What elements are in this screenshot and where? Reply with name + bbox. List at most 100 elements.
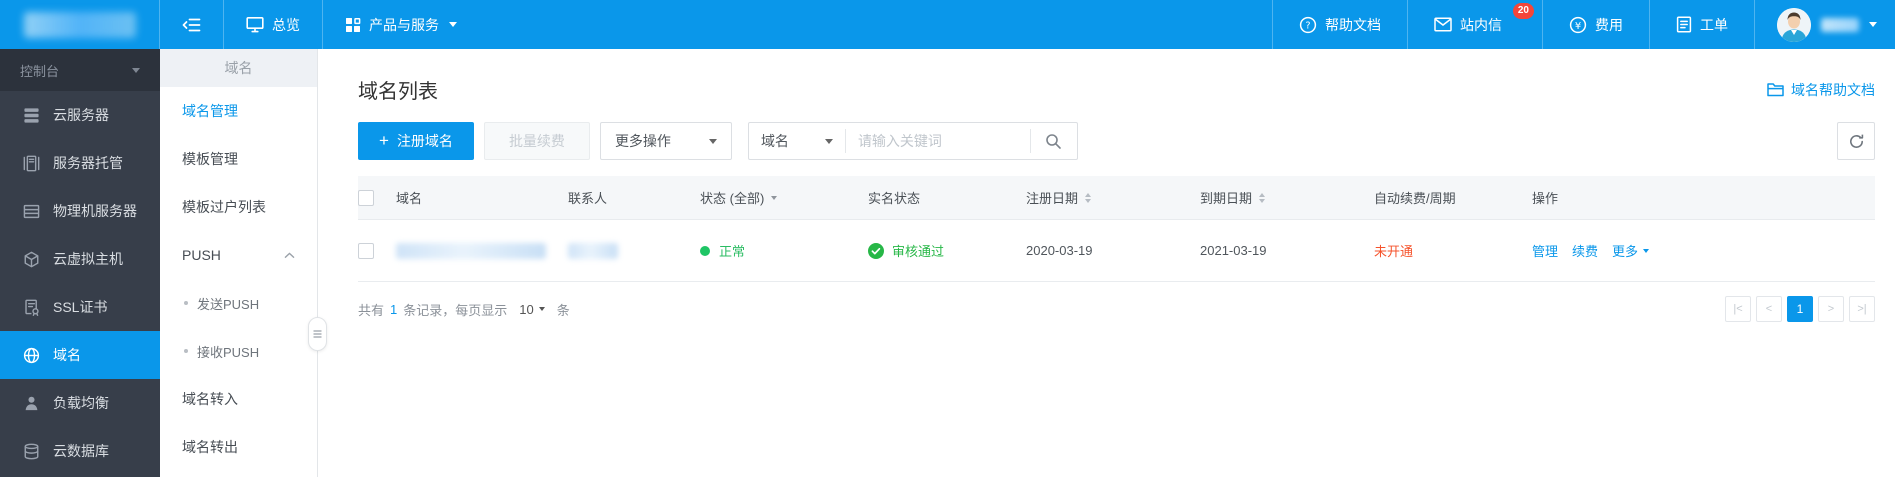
status-dot-green: [700, 245, 710, 256]
nav-products[interactable]: 产品与服务: [323, 0, 479, 49]
sidebar-item-label: 云数据库: [53, 443, 109, 459]
sidebar-item-cloud-server[interactable]: 云服务器: [0, 91, 160, 139]
search-button[interactable]: [1031, 123, 1077, 159]
sidebar-item-label: 域名: [53, 347, 81, 363]
subnav-item-domain-transfer-in[interactable]: 域名转入: [160, 375, 317, 423]
topbar: 总览 产品与服务 ? 帮助文档 站内信 20 ¥ 费用 工单: [0, 0, 1895, 49]
check-circle-icon: [868, 242, 884, 259]
messages-label: 站内信: [1460, 16, 1502, 33]
subnav-item-template-transfer-list[interactable]: 模板过户列表: [160, 183, 317, 231]
subnav-item-receive-push[interactable]: 接收PUSH: [160, 327, 317, 375]
col-register-date-sort[interactable]: 注册日期: [1026, 188, 1200, 207]
help-link-label: 域名帮助文档: [1791, 81, 1875, 98]
question-circle-icon: ?: [1299, 16, 1317, 34]
billing-button[interactable]: ¥ 费用: [1542, 0, 1649, 49]
chevron-down-icon: [1643, 248, 1650, 253]
chevron-up-icon: [284, 251, 295, 259]
col-operations: 操作: [1532, 191, 1559, 206]
help-docs-button[interactable]: ? 帮助文档: [1272, 0, 1407, 49]
monitor-icon: [246, 16, 264, 33]
subnav-item-label: 模板过户列表: [182, 199, 266, 215]
sidebar-item-label: 负载均衡: [53, 395, 109, 411]
page-size-select[interactable]: 10: [519, 302, 545, 317]
register-domain-button[interactable]: + 注册域名: [358, 122, 474, 160]
col-status-filter[interactable]: 状态 (全部): [700, 188, 868, 207]
col-domain: 域名: [396, 191, 423, 206]
contact-blurred: [568, 242, 618, 259]
sidebar-item-server-hosting[interactable]: 服务器托管: [0, 139, 160, 187]
search-field-select[interactable]: 域名: [749, 123, 845, 159]
manage-link[interactable]: 管理: [1532, 241, 1558, 260]
batch-renew-button[interactable]: 批量续费: [483, 122, 590, 160]
prev-page-button[interactable]: <: [1756, 296, 1782, 322]
help-docs-label: 帮助文档: [1325, 16, 1381, 33]
sidebar-item-virtual-host[interactable]: 云虚拟主机: [0, 235, 160, 283]
sidebar-item-ssl-certificate[interactable]: SSL证书: [0, 283, 160, 331]
search-input[interactable]: [845, 123, 1030, 159]
sidebar-item-label: SSL证书: [53, 299, 108, 315]
sidebar-item-load-balancer[interactable]: 负载均衡: [0, 379, 160, 427]
billing-label: 费用: [1595, 16, 1623, 33]
sort-icon: [1259, 192, 1266, 203]
first-page-button[interactable]: |<: [1725, 296, 1751, 322]
toolbar: + 注册域名 批量续费 更多操作 域名: [358, 122, 1875, 160]
products-grid-icon: [345, 17, 361, 33]
main-content: 域名列表 域名帮助文档 + 注册域名 批量续费 更多操作 域名 请输入关键词 域…: [318, 49, 1895, 477]
domain-globe-icon: [22, 347, 40, 364]
nav-overview[interactable]: 总览: [224, 0, 323, 49]
sidebar-item-domain[interactable]: 域名: [0, 331, 160, 379]
more-link[interactable]: 更多: [1612, 241, 1650, 260]
subnav-item-label: 域名转入: [182, 391, 238, 407]
chevron-down-icon: [708, 138, 717, 144]
subnav-item-send-push[interactable]: 发送PUSH: [160, 279, 317, 327]
table-header-row: 域名 联系人 状态 (全部) 实名状态 注册日期 到期日期 自动续费/周期 操作: [358, 176, 1875, 220]
expire-date: 2021-03-19: [1200, 243, 1267, 258]
user-avatar: [1777, 7, 1811, 42]
subnav-item-label: 域名管理: [182, 103, 238, 119]
subnav-item-template-management[interactable]: 模板管理: [160, 135, 317, 183]
renew-link[interactable]: 续费: [1572, 241, 1598, 260]
collapse-sidebar-icon: [182, 17, 201, 33]
sidebar-item-physical-server[interactable]: 物理机服务器: [0, 187, 160, 235]
plus-icon: +: [379, 130, 389, 150]
sidebar-item-cloud-database[interactable]: 云数据库: [0, 427, 160, 475]
primary-sidebar: 控制台 云服务器 服务器托管 物理机服务器 云虚拟主机 SSL证书 域名 负载均…: [0, 49, 160, 477]
tickets-button[interactable]: 工单: [1649, 0, 1754, 49]
chevron-down-icon: [538, 307, 545, 311]
select-all-checkbox[interactable]: [358, 189, 374, 206]
collapse-sidebar-button[interactable]: [160, 0, 224, 49]
subnav-item-domain-management[interactable]: 域名管理: [160, 87, 317, 135]
next-page-button[interactable]: >: [1818, 296, 1844, 322]
refresh-button[interactable]: [1837, 122, 1875, 160]
username-blurred: [1821, 17, 1859, 32]
sidebar-collapse-handle[interactable]: [308, 317, 327, 351]
register-domain-label: 注册域名: [396, 133, 453, 149]
table-row: 正常 审核通过 2020-03-19 2021-03-19 未开通 管理 续费 …: [358, 220, 1875, 282]
subnav-group-push[interactable]: PUSH: [160, 231, 317, 279]
status-text: 正常: [719, 244, 746, 259]
realname-status-text: 审核通过: [892, 244, 945, 259]
user-menu[interactable]: [1754, 0, 1895, 49]
server-hosting-icon: [22, 155, 40, 172]
subnav-item-domain-transfer-out[interactable]: 域名转出: [160, 423, 317, 471]
col-expire-date-sort[interactable]: 到期日期: [1200, 188, 1374, 207]
page-1-button[interactable]: 1: [1787, 296, 1813, 322]
folder-icon: [1767, 82, 1784, 97]
secondary-sidebar: 域名 域名管理 模板管理 模板过户列表 PUSH 发送PUSH 接收PUSH 域…: [160, 49, 327, 477]
page-title: 域名列表: [358, 81, 438, 103]
last-page-button[interactable]: >|: [1849, 296, 1875, 322]
pagination-summary: 共有 1 条记录，每页显示 10 条: [358, 300, 570, 319]
row-checkbox[interactable]: [358, 242, 374, 259]
console-selector[interactable]: 控制台: [0, 49, 160, 91]
subnav-item-label: PUSH: [182, 247, 221, 263]
more-actions-dropdown[interactable]: 更多操作: [599, 122, 732, 160]
domain-help-docs-link[interactable]: 域名帮助文档: [1767, 80, 1875, 100]
page-buttons: |< < 1 > >|: [1725, 296, 1875, 322]
console-chevron-down-icon: [132, 67, 140, 73]
messages-button[interactable]: 站内信 20: [1407, 0, 1542, 49]
domain-name-blurred[interactable]: [396, 242, 546, 259]
tickets-label: 工单: [1700, 16, 1728, 33]
yen-circle-icon: ¥: [1569, 16, 1587, 34]
subnav-item-label: 接收PUSH: [197, 344, 260, 360]
brand-logo[interactable]: [0, 0, 160, 49]
